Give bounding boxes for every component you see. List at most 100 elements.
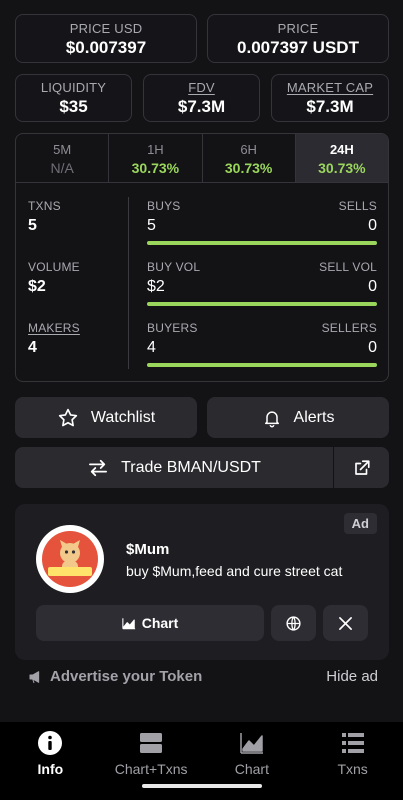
tab-6h-value: 30.73% [224,160,273,176]
timeframe-tabs: 5M N/A 1H 30.73% 6H 30.73% 24H 30.73% [15,133,389,183]
txns-label: TXNS [28,199,61,213]
advertise-label: Advertise your Token [50,668,203,685]
ad-logo[interactable] [36,525,104,593]
nav-txns[interactable]: Txns [302,722,403,800]
buys-label: BUYS [147,199,181,213]
sell-vol-value: 0 [368,278,377,295]
open-external-button[interactable] [334,447,389,488]
fdv-label[interactable]: FDV [144,80,259,95]
stats-panel: TXNS 5 VOLUME $2 MAKERS 4 BUYS SELLS 5 0 B… [15,183,389,382]
chart-icon [240,733,263,754]
volume-stat: VOLUME $2 [28,260,80,296]
buyers-label: BUYERS [147,321,198,335]
sells-value: 0 [368,217,377,234]
bottom-nav: Info Chart+Txns Chart Txns [0,722,403,800]
tab-24h[interactable]: 24H 30.73% [295,134,388,182]
tab-5m-value: N/A [50,160,74,176]
nav-chart[interactable]: Chart [202,722,303,800]
tab-1h-label: 1H [147,142,164,157]
watchlist-button[interactable]: Watchlist [15,397,197,438]
volume-label: VOLUME [28,260,80,274]
megaphone-icon [29,670,40,683]
advertise-link[interactable]: Advertise your Token [28,668,202,685]
market-cap-card[interactable]: MARKET CAP $7.3M [271,74,389,122]
buys-ratio-bar [147,241,377,245]
globe-icon [286,615,301,631]
nav-chart-txns[interactable]: Chart+Txns [101,722,202,800]
sells-label: SELLS [338,199,377,213]
price-usd-label: PRICE USD [69,21,143,36]
price-value: 0.007397 USDT [237,38,359,57]
buys-sells-stat: BUYS SELLS 5 0 [147,199,377,245]
area-chart-icon [122,617,135,629]
ad-x-button[interactable] [323,605,368,641]
price-usd-value: $0.007397 [65,38,147,57]
alerts-button[interactable]: Alerts [207,397,389,438]
stats-divider [128,197,129,369]
kittymum-logo-icon [42,531,98,587]
star-icon [58,408,78,426]
buyvol-sellvol-stat: BUY VOL SELL VOL $2 0 [147,260,377,306]
ad-chart-label: Chart [141,615,179,631]
market-cap-label[interactable]: MARKET CAP [272,80,388,95]
buyers-ratio-bar [147,363,377,367]
tab-24h-label: 24H [329,142,354,157]
fdv-card[interactable]: FDV $7.3M [143,74,260,122]
txns-stat: TXNS 5 [28,199,61,235]
ad-footer: Advertise your Token Hide ad [28,668,378,685]
ad-description: buy $Mum,feed and cure street cat [126,563,343,579]
nav-info-label: Info [37,761,64,777]
ad-title: $Mum [126,541,170,558]
liquidity-value: $35 [59,97,88,116]
nav-info[interactable]: Info [0,722,101,800]
bell-icon [264,410,279,427]
nav-chart-txns-label: Chart+Txns [114,761,188,777]
volume-ratio-bar [147,302,377,306]
ad-chart-button[interactable]: Chart [36,605,264,641]
trade-button[interactable]: Trade BMAN/USDT [15,447,333,488]
ad-badge: Ad [343,513,377,534]
makers-value: 4 [28,339,37,356]
txns-value: 5 [28,217,37,234]
liquidity-label: LIQUIDITY [40,80,107,95]
buy-vol-label: BUY VOL [147,260,201,274]
sell-vol-label: SELL VOL [319,260,377,274]
x-logo-icon [339,616,352,630]
fdv-value: $7.3M [177,97,226,116]
ad-website-button[interactable] [271,605,316,641]
ad-card: Ad $Mum buy $Mum,feed and cure street ca… [15,504,389,660]
makers-label[interactable]: MAKERS [28,321,80,335]
nav-txns-label: Txns [337,761,368,777]
buys-value: 5 [147,217,156,234]
volume-value: $2 [28,278,46,295]
sellers-value: 0 [368,339,377,356]
price-card: PRICE 0.007397 USDT [207,14,389,63]
tab-5m-label: 5M [53,142,72,157]
external-link-icon [354,459,370,475]
alerts-label: Alerts [293,408,335,426]
tab-6h-label: 6H [240,142,257,157]
hide-ad-button[interactable]: Hide ad [326,668,378,685]
swap-arrows-icon [89,459,108,476]
info-icon [38,731,63,755]
tab-6h[interactable]: 6H 30.73% [203,134,296,182]
market-cap-value: $7.3M [306,97,354,116]
liquidity-card: LIQUIDITY $35 [15,74,132,122]
price-usd-card: PRICE USD $0.007397 [15,14,197,63]
chart-txns-icon [140,733,163,753]
list-icon [341,733,364,753]
nav-chart-label: Chart [234,761,269,777]
tab-1h-value: 30.73% [131,160,180,176]
tab-5m[interactable]: 5M N/A [16,134,110,182]
buy-vol-value: $2 [147,278,165,295]
watchlist-label: Watchlist [90,408,156,426]
home-indicator[interactable] [142,784,262,788]
tab-24h-value: 30.73% [318,160,366,176]
tab-1h[interactable]: 1H 30.73% [109,134,203,182]
buyers-value: 4 [147,339,156,356]
buyers-sellers-stat: BUYERS SELLERS 4 0 [147,321,377,367]
trade-label: Trade BMAN/USDT [121,458,261,476]
makers-stat[interactable]: MAKERS 4 [28,321,80,357]
price-label: PRICE [277,21,319,36]
sellers-label: SELLERS [321,321,377,335]
